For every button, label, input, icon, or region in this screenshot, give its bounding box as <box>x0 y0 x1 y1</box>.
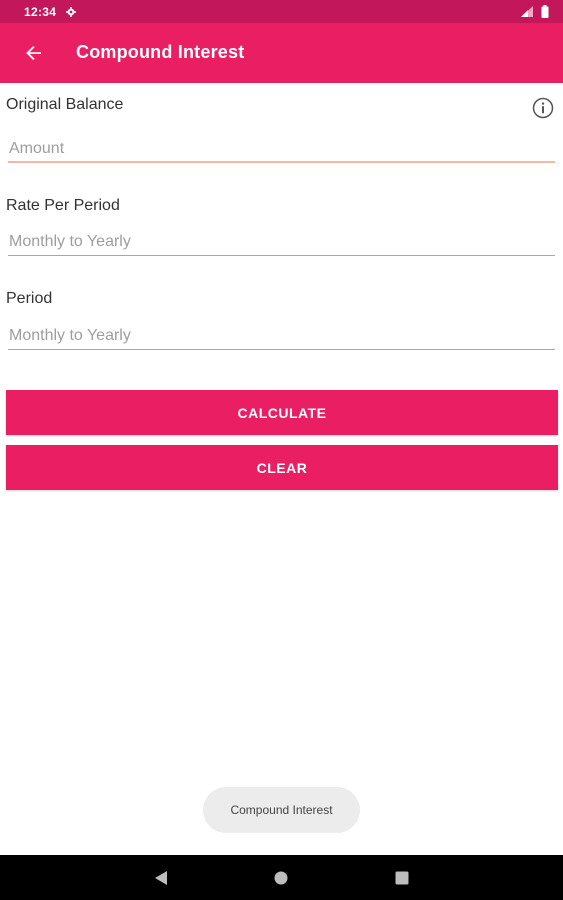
info-icon[interactable] <box>532 97 554 119</box>
app-bar: Compound Interest <box>0 23 563 83</box>
clear-button[interactable]: CLEAR <box>6 445 558 490</box>
original-balance-input[interactable] <box>8 134 555 164</box>
calculate-button[interactable]: CALCULATE <box>6 390 558 435</box>
page-title: Compound Interest <box>76 42 245 62</box>
period-underline <box>8 349 555 350</box>
original-balance-underline <box>8 161 555 163</box>
period-label: Period <box>6 290 53 307</box>
toast-message: Compound Interest <box>203 787 360 833</box>
original-balance-label: Original Balance <box>6 96 124 113</box>
settings-icon <box>66 6 77 17</box>
period-input[interactable] <box>8 321 555 351</box>
home-circle-icon[interactable] <box>274 871 288 885</box>
navigation-bar <box>0 855 563 900</box>
status-bar: 12:34 <box>0 0 563 23</box>
status-icons <box>521 5 549 18</box>
back-triangle-icon[interactable] <box>154 870 168 886</box>
battery-icon <box>541 5 549 18</box>
recents-square-icon[interactable] <box>395 871 409 885</box>
rate-per-period-underline <box>8 255 555 256</box>
status-time: 12:34 <box>24 4 57 19</box>
rate-per-period-input[interactable] <box>8 227 555 257</box>
arrow-left-icon[interactable] <box>22 41 46 65</box>
rate-per-period-label: Rate Per Period <box>6 197 120 214</box>
signal-icon <box>521 6 533 17</box>
